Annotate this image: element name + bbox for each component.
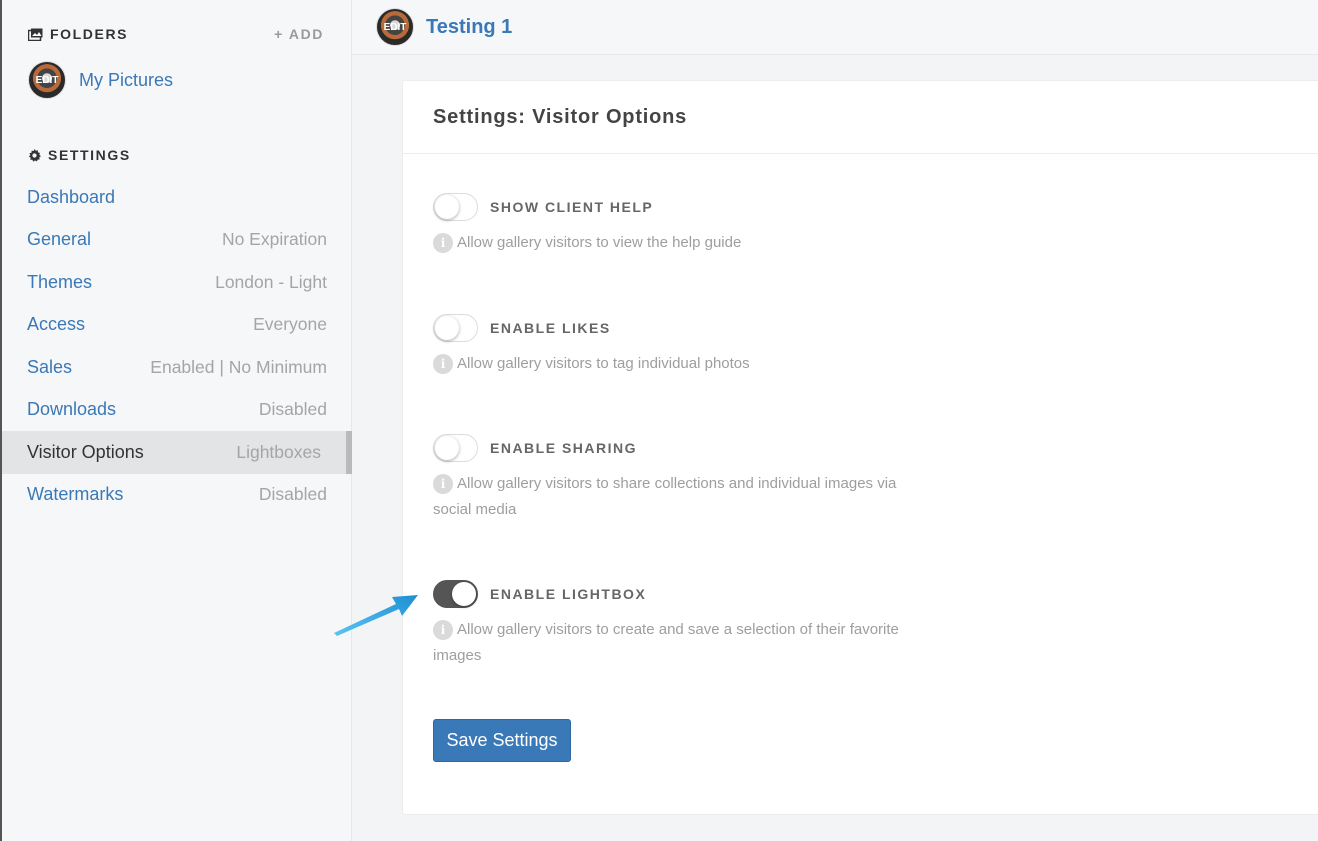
nav-item-visitor-options[interactable]: Visitor Options Lightboxes [2, 431, 352, 474]
option-label: ENABLE LIGHTBOX [490, 586, 647, 602]
option-label: SHOW CLIENT HELP [490, 199, 654, 215]
folder-item-my-pictures[interactable]: EDIT My Pictures [28, 61, 173, 99]
info-icon: i [433, 233, 453, 254]
toggle-knob [452, 582, 476, 606]
toggle-knob [435, 316, 459, 340]
toggle-knob [435, 436, 459, 460]
folders-heading: FOLDERS [28, 26, 128, 42]
nav-item-label: Sales [27, 356, 73, 377]
settings-nav: Dashboard General No Expiration Themes L… [2, 176, 352, 516]
info-icon: i [433, 620, 453, 641]
option-description: Allow gallery visitors to tag individual… [457, 355, 750, 372]
nav-item-label: Dashboard [27, 186, 116, 207]
sidebar: FOLDERS + ADD EDIT My Pictures SETTINGS … [0, 0, 352, 841]
image-folder-icon [28, 28, 43, 41]
gallery-avatar[interactable]: EDIT [376, 8, 414, 46]
nav-item-label: Access [27, 314, 86, 335]
nav-item-dashboard[interactable]: Dashboard [2, 176, 352, 219]
folders-heading-label: FOLDERS [50, 26, 129, 42]
nav-item-sales[interactable]: Sales Enabled | No Minimum [2, 346, 352, 389]
option-enable-sharing: ENABLE SHARING i Allow gallery visitors t… [433, 434, 903, 523]
nav-item-label: Watermarks [27, 484, 124, 505]
option-label: ENABLE SHARING [490, 440, 638, 456]
nav-item-value: Disabled [258, 399, 327, 420]
nav-item-value: Enabled | No Minimum [150, 356, 327, 377]
annotation-arrow-icon [334, 595, 418, 636]
nav-item-value: London - Light [215, 271, 327, 292]
folder-name: My Pictures [79, 69, 174, 90]
option-enable-likes: ENABLE LIKES i Allow gallery visitors to … [433, 314, 903, 377]
nav-item-label: General [27, 229, 92, 250]
settings-card: Settings: Visitor Options SHOW CLIENT HE… [402, 80, 1318, 815]
nav-item-access[interactable]: Access Everyone [2, 304, 352, 347]
nav-item-themes[interactable]: Themes London - Light [2, 261, 352, 304]
nav-item-value: Disabled [258, 484, 327, 505]
settings-heading-label: SETTINGS [48, 147, 131, 163]
option-label: ENABLE LIKES [490, 320, 611, 336]
option-description: Allow gallery visitors to create and sav… [433, 621, 899, 664]
folder-avatar: EDIT [28, 61, 66, 99]
save-settings-button[interactable]: Save Settings [433, 719, 571, 762]
enable-lightbox-toggle[interactable] [433, 580, 478, 608]
option-show-client-help: SHOW CLIENT HELP i Allow gallery visitors… [433, 193, 903, 256]
nav-item-value: Lightboxes [236, 441, 321, 462]
option-enable-lightbox: ENABLE LIGHTBOX i Allow gallery visitors … [433, 580, 903, 669]
nav-item-label: Visitor Options [27, 441, 144, 462]
enable-likes-toggle[interactable] [433, 314, 478, 342]
option-description: Allow gallery visitors to share collecti… [433, 475, 897, 518]
divider [403, 153, 1318, 154]
gear-icon [28, 148, 41, 162]
card-title: Settings: Visitor Options [433, 106, 688, 128]
show-client-help-toggle[interactable] [433, 193, 478, 221]
info-icon: i [433, 474, 453, 495]
nav-item-label: Themes [27, 271, 93, 292]
settings-heading: SETTINGS [28, 147, 131, 163]
info-icon: i [433, 354, 453, 375]
enable-sharing-toggle[interactable] [433, 434, 478, 462]
add-folder-button[interactable]: + ADD [274, 26, 324, 42]
nav-item-value: No Expiration [221, 229, 327, 250]
nav-item-general[interactable]: General No Expiration [2, 219, 352, 262]
nav-item-value: Everyone [253, 314, 327, 335]
nav-item-downloads[interactable]: Downloads Disabled [2, 389, 352, 432]
gallery-title[interactable]: Testing 1 [426, 16, 512, 39]
page-header: EDIT Testing 1 [352, 0, 1318, 55]
nav-item-label: Downloads [27, 399, 117, 420]
toggle-knob [435, 195, 459, 219]
nav-item-watermarks[interactable]: Watermarks Disabled [2, 474, 352, 517]
option-description: Allow gallery visitors to view the help … [457, 234, 742, 251]
